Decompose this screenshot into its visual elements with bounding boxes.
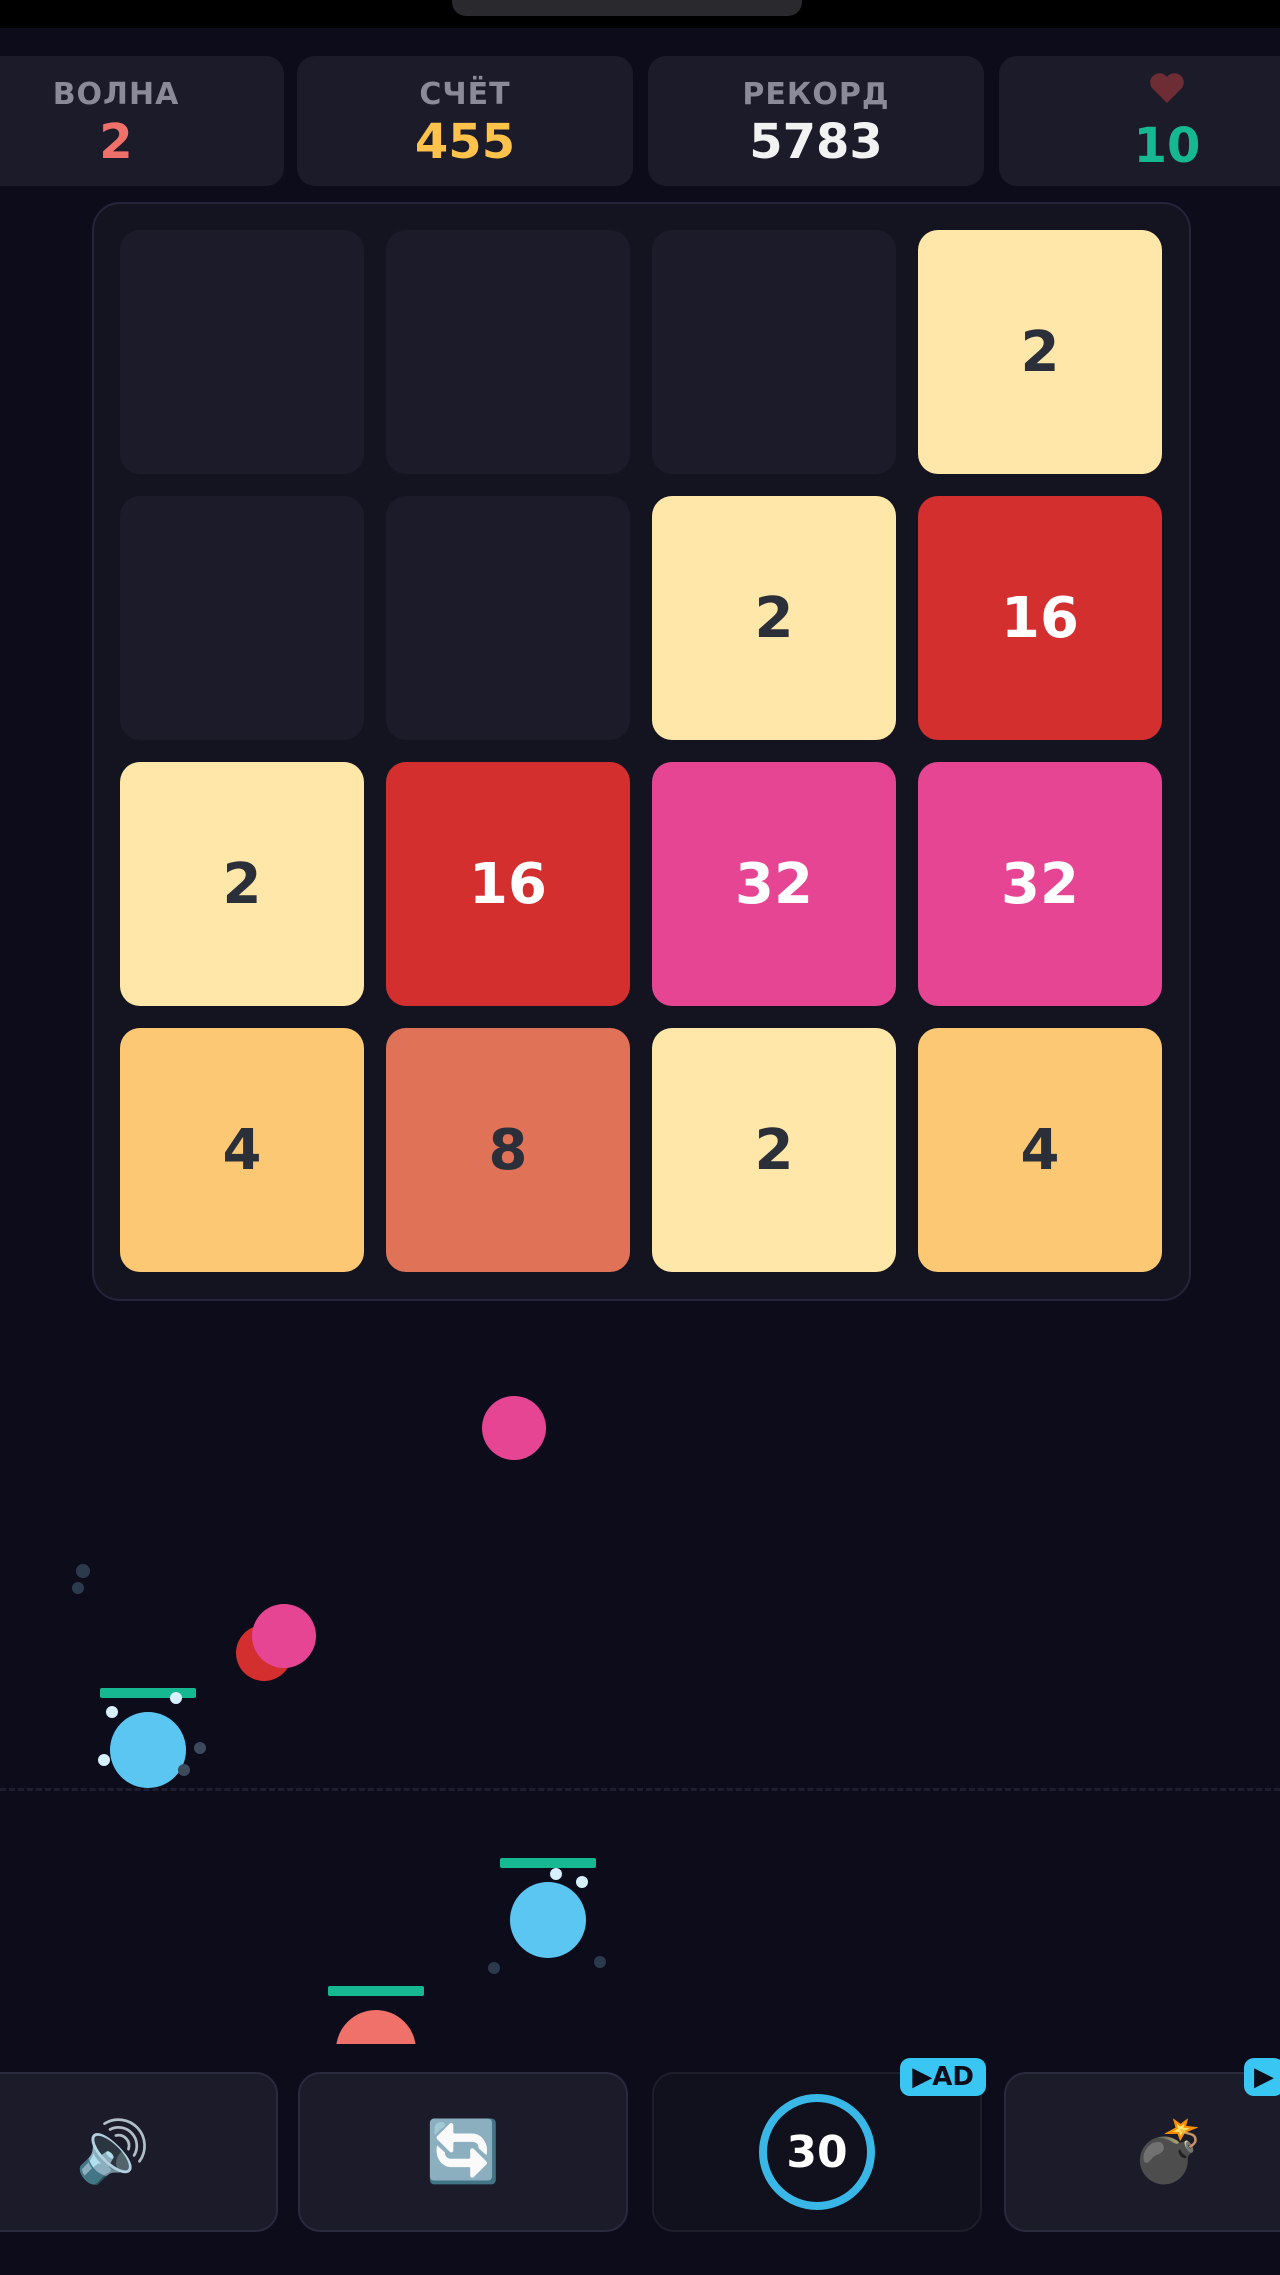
bomb-icon: 💣 — [1131, 2117, 1207, 2187]
wave-label: ВОЛНА — [52, 76, 180, 112]
tile-4: 4 — [918, 1028, 1162, 1272]
enemy-health-bar — [500, 1858, 596, 1868]
empty-cell — [120, 230, 364, 474]
tile-16: 16 — [918, 496, 1162, 740]
pink-orb — [252, 1604, 316, 1668]
empty-cell — [386, 496, 630, 740]
particle — [194, 1742, 206, 1754]
lives-value: 10 — [1133, 118, 1201, 174]
particle — [488, 1962, 500, 1974]
timer-value: 30 — [786, 2126, 848, 2178]
timer-ring: 30 — [759, 2094, 875, 2210]
particle — [76, 1564, 90, 1578]
particle — [550, 1868, 562, 1880]
tile-32: 32 — [918, 762, 1162, 1006]
red-enemy — [336, 2010, 416, 2044]
wave-panel: ВОЛНА 2 — [0, 56, 284, 186]
tile-8: 8 — [386, 1028, 630, 1272]
record-value: 5783 — [749, 113, 883, 170]
particle — [72, 1582, 84, 1594]
particle — [594, 1956, 606, 1968]
pink-orb — [482, 1396, 546, 1460]
particle — [170, 1692, 182, 1704]
heart-icon — [1149, 72, 1185, 112]
blue-enemy — [510, 1882, 586, 1958]
empty-cell — [386, 230, 630, 474]
wave-value: 2 — [99, 113, 133, 170]
restart-button[interactable]: 🔄 — [298, 2072, 628, 2232]
notch — [452, 0, 802, 16]
tile-2: 2 — [652, 1028, 896, 1272]
record-label: РЕКОРД — [742, 76, 890, 112]
empty-cell — [652, 230, 896, 474]
speaker-icon: 🔊 — [75, 2117, 151, 2187]
defense-line — [0, 1788, 1280, 1791]
status-bar — [0, 0, 1280, 28]
refresh-icon: 🔄 — [425, 2117, 501, 2187]
tile-32: 32 — [652, 762, 896, 1006]
particle — [576, 1876, 588, 1888]
blue-enemy — [110, 1712, 186, 1788]
empty-cell — [120, 496, 364, 740]
record-panel: РЕКОРД 5783 — [648, 56, 984, 186]
game-board[interactable]: 2 2 16 2 16 32 32 4 8 2 4 — [92, 202, 1191, 1301]
particle — [106, 1706, 118, 1718]
lives-panel: 10 — [999, 56, 1280, 186]
tile-2: 2 — [120, 762, 364, 1006]
timer-button[interactable]: 30 ▶AD — [652, 2058, 986, 2232]
particle — [98, 1754, 110, 1766]
score-panel: СЧЁТ 455 — [297, 56, 633, 186]
score-label: СЧЁТ — [419, 76, 511, 112]
bomb-button[interactable]: 💣 ▶ — [1004, 2058, 1280, 2232]
sound-button[interactable]: 🔊 — [0, 2072, 278, 2232]
tile-4: 4 — [120, 1028, 364, 1272]
particle — [178, 1764, 190, 1776]
tile-16: 16 — [386, 762, 630, 1006]
score-value: 455 — [414, 113, 516, 170]
tile-2: 2 — [652, 496, 896, 740]
enemy-health-bar — [328, 1986, 424, 1996]
tile-2: 2 — [918, 230, 1162, 474]
ad-badge[interactable]: ▶AD — [900, 2058, 986, 2096]
ad-badge[interactable]: ▶ — [1244, 2058, 1280, 2096]
